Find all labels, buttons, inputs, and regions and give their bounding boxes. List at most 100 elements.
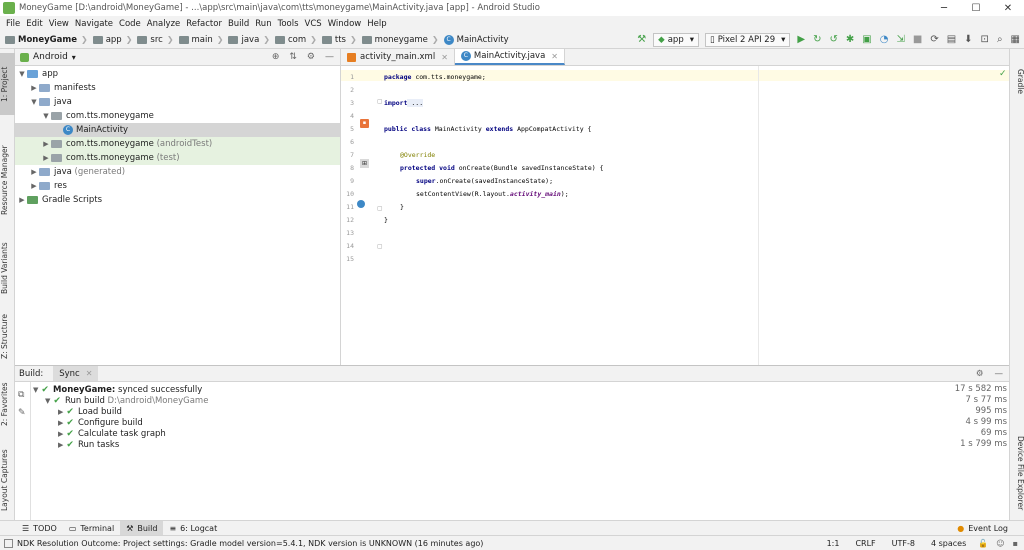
chevron-right-icon[interactable]: ▶ bbox=[58, 430, 63, 438]
lock-icon[interactable]: 🔓 bbox=[978, 539, 988, 548]
chevron-right-icon[interactable]: ▶ bbox=[41, 140, 51, 148]
tab-mainactivity-java[interactable]: C MainActivity.java ✕ bbox=[454, 49, 565, 65]
device-file-explorer-tool-button[interactable]: Device File Explorer bbox=[1010, 429, 1024, 517]
activity-gutter-icon[interactable]: ▪ bbox=[360, 119, 369, 128]
breadcrumb-mainactivity[interactable]: C MainActivity bbox=[439, 34, 509, 45]
menu-build[interactable]: Build bbox=[225, 19, 252, 29]
line-separator[interactable]: CRLF bbox=[855, 539, 875, 548]
profile-icon[interactable]: ◔ bbox=[880, 34, 889, 45]
build-row-run-build[interactable]: ▼ ✔ Run build D:\android\MoneyGame bbox=[45, 395, 208, 406]
build-row-load-build[interactable]: ▶ ✔ Load build bbox=[58, 406, 122, 417]
hammer-icon[interactable]: ⚒ bbox=[637, 34, 646, 45]
fold-icon[interactable]: ▢ bbox=[377, 243, 383, 250]
status-message[interactable]: NDK Resolution Outcome: Project settings… bbox=[17, 539, 819, 548]
event-log-tool-button[interactable]: ● Event Log bbox=[951, 521, 1014, 536]
tree-node-java[interactable]: ▼ java bbox=[15, 95, 340, 109]
menu-code[interactable]: Code bbox=[116, 19, 144, 29]
breadcrumb-com[interactable]: com ❯ bbox=[270, 35, 317, 45]
chevron-down-icon[interactable]: ▾ bbox=[72, 53, 76, 62]
breadcrumb-moneygame[interactable]: MoneyGame ❯ bbox=[0, 35, 88, 45]
resource-manager-tool-button[interactable]: Resource Manager bbox=[0, 121, 15, 239]
menu-help[interactable]: Help bbox=[364, 19, 389, 29]
run-config-select[interactable]: ◆ app ▾ bbox=[653, 32, 699, 47]
menu-tools[interactable]: Tools bbox=[275, 19, 302, 29]
breadcrumb-java[interactable]: java ❯ bbox=[223, 35, 270, 45]
tree-node-package-androidtest[interactable]: ▶ com.tts.moneygame (androidTest) bbox=[15, 137, 340, 151]
favorites-tool-button[interactable]: 2: Favorites bbox=[0, 377, 15, 431]
chevron-right-icon[interactable]: ▶ bbox=[41, 154, 51, 162]
run-icon[interactable]: ▶ bbox=[797, 34, 805, 45]
maximize-button[interactable]: ☐ bbox=[960, 3, 992, 14]
chevron-down-icon[interactable]: ▼ bbox=[41, 112, 51, 120]
apply-code-changes-icon[interactable]: ↺ bbox=[830, 34, 838, 45]
tree-node-mainactivity[interactable]: C MainActivity bbox=[15, 123, 340, 137]
coverage-icon[interactable]: ▣ bbox=[862, 34, 871, 45]
close-icon[interactable]: ✕ bbox=[551, 52, 558, 61]
code-line-1[interactable]: package com.tts.moneygame; bbox=[384, 73, 486, 81]
menu-file[interactable]: File bbox=[3, 19, 23, 29]
chevron-right-icon[interactable]: ▶ bbox=[58, 441, 63, 449]
fold-icon[interactable]: ▢ bbox=[377, 205, 383, 212]
tab-sync[interactable]: Sync ✕ bbox=[53, 366, 99, 381]
sync-project-icon[interactable]: ⟳ bbox=[930, 34, 938, 45]
build-row-calculate-task-graph[interactable]: ▶ ✔ Calculate task graph bbox=[58, 428, 166, 439]
device-select[interactable]: ▯ Pixel 2 API 29 ▾ bbox=[705, 32, 791, 47]
build-tool-button[interactable]: ⚒ Build bbox=[120, 520, 164, 536]
tree-node-res[interactable]: ▶ res bbox=[15, 179, 340, 193]
hide-icon[interactable]: — bbox=[325, 52, 334, 62]
menu-view[interactable]: View bbox=[46, 19, 72, 29]
chevron-right-icon[interactable]: ▶ bbox=[58, 419, 63, 427]
file-encoding[interactable]: UTF-8 bbox=[892, 539, 915, 548]
menu-refactor[interactable]: Refactor bbox=[183, 19, 225, 29]
caret-position[interactable]: 1:1 bbox=[827, 539, 840, 548]
gear-icon[interactable]: ⚙ bbox=[307, 52, 315, 62]
tree-node-app[interactable]: ▼ app bbox=[15, 67, 340, 81]
code-line-10[interactable]: protected void onCreate(Bundle savedInst… bbox=[400, 164, 604, 172]
build-row-moneygame[interactable]: ▼ ✔ MoneyGame: synced successfully bbox=[33, 384, 202, 395]
menu-vcs[interactable]: VCS bbox=[302, 19, 325, 29]
build-variants-tool-button[interactable]: Build Variants bbox=[0, 237, 15, 299]
code-line-3[interactable]: import ... bbox=[384, 99, 424, 107]
debug-icon[interactable]: ✱ bbox=[846, 34, 854, 45]
close-icon[interactable]: ✕ bbox=[86, 369, 93, 378]
locate-icon[interactable]: ⊕ bbox=[272, 52, 280, 62]
tree-node-package-test[interactable]: ▶ com.tts.moneygame (test) bbox=[15, 151, 340, 165]
chevron-down-icon[interactable]: ▼ bbox=[29, 98, 39, 106]
tree-node-gradle-scripts[interactable]: ▶ Gradle Scripts bbox=[15, 193, 340, 207]
project-view-select[interactable]: Android bbox=[33, 52, 68, 62]
hide-icon[interactable]: — bbox=[995, 369, 1004, 379]
fold-icon[interactable]: ▢ bbox=[377, 98, 383, 105]
build-row-configure-build[interactable]: ▶ ✔ Configure build bbox=[58, 417, 143, 428]
chevron-right-icon[interactable]: ▶ bbox=[58, 408, 63, 416]
attach-debugger-icon[interactable]: ⇲ bbox=[896, 34, 904, 45]
menu-navigate[interactable]: Navigate bbox=[72, 19, 116, 29]
code-line-15[interactable]: } bbox=[384, 216, 388, 224]
breadcrumb-app[interactable]: app ❯ bbox=[88, 35, 132, 45]
project-tool-button[interactable]: 1: Project bbox=[0, 53, 15, 115]
menu-edit[interactable]: Edit bbox=[23, 19, 45, 29]
restart-icon[interactable]: ⧉ bbox=[18, 390, 30, 400]
search-icon[interactable]: ⌕ bbox=[997, 34, 1003, 45]
close-button[interactable]: ✕ bbox=[992, 3, 1024, 14]
override-gutter-icon[interactable] bbox=[357, 200, 365, 208]
layout-inspector-icon[interactable]: ⊡ bbox=[981, 34, 989, 45]
inspector-icon[interactable]: ☺ bbox=[996, 539, 1004, 548]
breadcrumb-moneygame-pkg[interactable]: moneygame ❯ bbox=[357, 35, 439, 45]
tab-activity-main-xml[interactable]: activity_main.xml ✕ bbox=[341, 49, 455, 65]
code-line-6[interactable]: public class MainActivity extends AppCom… bbox=[384, 125, 591, 133]
memory-icon[interactable]: ▪ bbox=[1013, 539, 1018, 548]
avd-manager-icon[interactable]: ▤ bbox=[947, 34, 956, 45]
close-icon[interactable]: ✕ bbox=[441, 53, 448, 62]
menu-run[interactable]: Run bbox=[252, 19, 274, 29]
stop-icon[interactable]: ■ bbox=[913, 34, 922, 45]
chevron-right-icon[interactable]: ▶ bbox=[29, 182, 39, 190]
apply-changes-icon[interactable]: ↻ bbox=[813, 34, 821, 45]
chevron-down-icon[interactable]: ▼ bbox=[17, 70, 27, 78]
chevron-right-icon[interactable]: ▶ bbox=[29, 84, 39, 92]
breadcrumb-tts[interactable]: tts ❯ bbox=[317, 35, 357, 45]
menu-window[interactable]: Window bbox=[325, 19, 365, 29]
settings-icon[interactable]: ▦ bbox=[1011, 34, 1020, 45]
breadcrumb-main[interactable]: main ❯ bbox=[174, 35, 223, 45]
sdk-manager-icon[interactable]: ⬇ bbox=[964, 34, 972, 45]
tree-node-java-generated[interactable]: ▶ java (generated) bbox=[15, 165, 340, 179]
